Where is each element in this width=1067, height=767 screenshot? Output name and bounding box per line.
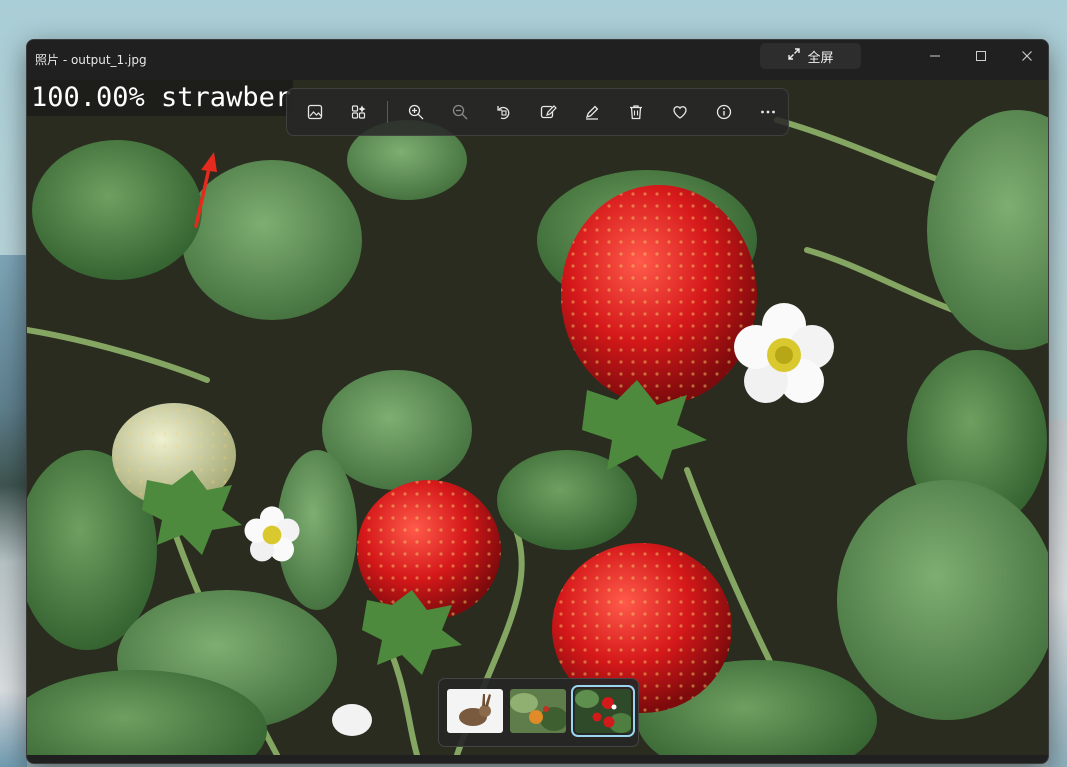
image-toolbar	[286, 88, 789, 136]
title-bar[interactable]: 照片 - output_1.jpg 全屏	[27, 40, 1048, 80]
photos-window: 照片 - output_1.jpg 全屏 100.00% strawber	[26, 39, 1049, 764]
zoom-out-icon	[452, 104, 468, 120]
trash-icon	[630, 105, 642, 120]
view-image-button[interactable]	[293, 92, 337, 132]
close-icon	[1022, 51, 1032, 61]
desktop-wallpaper-left	[0, 255, 27, 767]
zoom-in-button[interactable]	[394, 92, 438, 132]
rotate-button[interactable]	[482, 92, 526, 132]
toolbar-separator	[387, 101, 388, 123]
fullscreen-label: 全屏	[807, 50, 834, 66]
fruit-thumbnail-image	[510, 689, 566, 733]
maximize-icon	[976, 51, 986, 61]
heart-icon	[673, 106, 687, 119]
draw-button[interactable]	[570, 92, 614, 132]
edit-image-button[interactable]	[526, 92, 570, 132]
rabbit-thumbnail-image	[447, 689, 503, 733]
minimize-button[interactable]	[912, 40, 958, 72]
zoom-in-icon	[408, 104, 424, 120]
strawberry-photo	[27, 80, 1048, 755]
delete-button[interactable]	[614, 92, 658, 132]
zoom-out-button[interactable]	[438, 92, 482, 132]
info-icon	[716, 104, 732, 120]
red-arrow-annotation	[194, 152, 217, 228]
pen-icon	[585, 105, 599, 120]
window-title: 照片 - output_1.jpg	[35, 53, 147, 67]
image-overlay-label: 100.00% strawber	[27, 80, 293, 116]
minimize-icon	[930, 55, 940, 57]
edit-image-icon	[540, 105, 557, 119]
more-options-button[interactable]	[746, 92, 790, 132]
more-icon	[761, 110, 775, 114]
filmstrip	[438, 678, 639, 747]
image-icon	[307, 104, 323, 120]
info-button[interactable]	[702, 92, 746, 132]
maximize-button[interactable]	[958, 40, 1004, 72]
grid-add-icon	[351, 105, 366, 119]
rotate-icon	[497, 106, 510, 120]
close-button[interactable]	[1004, 40, 1048, 72]
thumbnail-rabbit[interactable]	[447, 689, 503, 733]
thumbnail-strawberries-selected[interactable]	[571, 685, 635, 737]
thumbnail-fruit[interactable]	[510, 689, 566, 733]
collection-button[interactable]	[337, 92, 381, 132]
strawberries-thumbnail-image	[575, 689, 631, 733]
expand-icon	[787, 47, 801, 65]
fullscreen-button[interactable]: 全屏	[760, 43, 861, 69]
image-viewport[interactable]: 100.00% strawber	[27, 80, 1048, 755]
desktop-wallpaper-right	[1048, 420, 1067, 767]
favorite-button[interactable]	[658, 92, 702, 132]
